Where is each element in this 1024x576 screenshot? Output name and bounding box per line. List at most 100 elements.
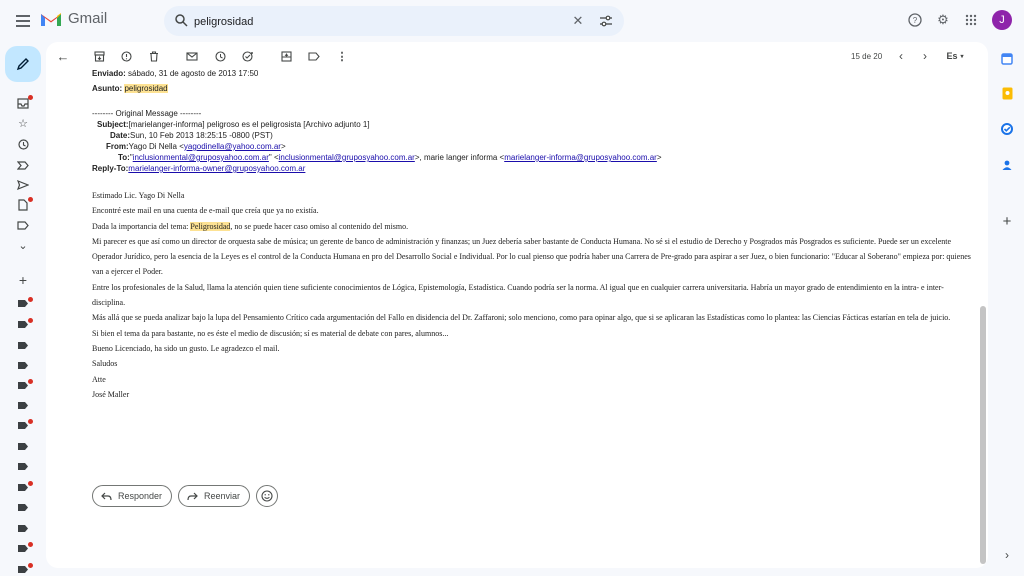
- pencil-icon: [16, 58, 29, 71]
- clear-search-icon[interactable]: ✕: [568, 11, 588, 31]
- label-outline-icon[interactable]: [16, 218, 30, 232]
- search-options-icon[interactable]: [596, 11, 616, 31]
- compose-button[interactable]: [5, 46, 41, 82]
- mark-unread-icon[interactable]: [185, 49, 199, 63]
- to-email-link[interactable]: inclusionmental@gruposyahoo.com.ar: [279, 153, 415, 162]
- sent-icon[interactable]: [16, 178, 30, 192]
- help-icon[interactable]: ?: [905, 10, 925, 30]
- settings-gear-icon[interactable]: ⚙: [933, 10, 953, 30]
- tasks-icon[interactable]: [1000, 122, 1014, 136]
- orig-replyto-label: Reply-To:: [92, 164, 129, 173]
- paragraph-text: Dada la importancia del tema:: [92, 221, 191, 231]
- reply-actions: Responder Reenviar: [92, 485, 279, 507]
- label-icon[interactable]: [18, 382, 28, 389]
- unread-dot: [28, 542, 33, 547]
- more-chevron-down-icon[interactable]: ⌄: [16, 238, 30, 252]
- label-icon[interactable]: [18, 443, 28, 450]
- label-icon[interactable]: [18, 362, 28, 369]
- report-spam-icon[interactable]: [119, 49, 133, 63]
- add-to-tasks-icon[interactable]: [241, 49, 255, 63]
- reply-button[interactable]: Responder: [92, 485, 173, 507]
- paragraph: Mi parecer es que así como un director d…: [92, 236, 971, 277]
- orig-date-label: Date:: [110, 131, 131, 140]
- starred-icon[interactable]: ☆: [16, 116, 30, 130]
- expand-panel-chevron-icon[interactable]: ›: [1000, 548, 1014, 562]
- scrollbar-thumb[interactable]: [980, 306, 986, 564]
- label-icon[interactable]: [18, 342, 28, 349]
- unread-dot: [28, 318, 33, 323]
- sent-label: Enviado:: [92, 69, 126, 78]
- orig-subject-row: Subject:[marielanger-informa] peligroso …: [92, 119, 972, 130]
- message-view: ← ⋮ 15 de 20 ‹ › Es ▾ Enviado: sábado, 3…: [46, 42, 988, 568]
- search-input[interactable]: [192, 12, 556, 32]
- label-icon[interactable]: [18, 402, 28, 409]
- label-icon[interactable]: [18, 566, 28, 573]
- label-icon[interactable]: [18, 463, 28, 470]
- search-bar: ✕: [164, 6, 624, 36]
- newer-chevron-left-icon[interactable]: ‹: [894, 49, 908, 63]
- label-icon[interactable]: [18, 525, 28, 532]
- label-icon[interactable]: [18, 545, 28, 552]
- emoji-reaction-button[interactable]: [256, 485, 279, 507]
- reply-label: Responder: [118, 491, 163, 501]
- back-arrow-icon[interactable]: ←: [56, 49, 70, 64]
- label-icon[interactable]: [18, 422, 28, 429]
- delete-trash-icon[interactable]: [147, 49, 161, 63]
- more-options-icon[interactable]: ⋮: [335, 49, 349, 63]
- gmail-logo[interactable]: Gmail: [40, 10, 107, 27]
- dropdown-caret-icon: ▾: [960, 53, 964, 60]
- orig-replyto-row: Reply-To:marielanger-informa-owner@grupo…: [92, 163, 972, 174]
- subject-row: Asunto: peligrosidad: [92, 83, 972, 94]
- input-language-selector[interactable]: Es ▾: [942, 49, 968, 63]
- label-icon[interactable]: [18, 321, 28, 328]
- label-icon[interactable]: [18, 504, 28, 511]
- unread-dot: [28, 481, 33, 486]
- get-addons-plus-icon[interactable]: +: [1000, 213, 1014, 230]
- important-icon[interactable]: [16, 158, 30, 172]
- archive-icon[interactable]: [92, 49, 106, 63]
- search-icon[interactable]: [174, 13, 188, 27]
- snooze-clock-icon[interactable]: [213, 49, 227, 63]
- apps-grid-icon[interactable]: [961, 10, 981, 30]
- orig-subject-value: [marielanger-informa] peligroso es el pe…: [128, 120, 370, 129]
- contacts-icon[interactable]: [1000, 158, 1014, 172]
- orig-to-row: To:"inclusionmental@gruposyahoo.com.ar" …: [92, 152, 972, 163]
- label-as-icon[interactable]: [307, 49, 321, 63]
- language-label: Es: [946, 51, 958, 61]
- unread-dot: [28, 419, 33, 424]
- from-email-link[interactable]: yagodinella@yahoo.com.ar: [184, 142, 281, 151]
- main-menu-icon[interactable]: [12, 10, 34, 32]
- forward-arrow-icon: [187, 492, 198, 500]
- angle-close: >: [656, 153, 662, 162]
- account-avatar[interactable]: J: [992, 10, 1012, 30]
- unread-dot: [28, 297, 33, 302]
- calendar-icon[interactable]: [1000, 52, 1014, 66]
- paragraph: Saludos: [92, 359, 118, 369]
- pagination-count: 15 de 20: [851, 52, 883, 61]
- to-separator-text: >, marie langer informa <: [414, 153, 505, 162]
- subject-value: peligrosidad: [124, 84, 168, 93]
- forward-label: Reenviar: [204, 491, 241, 501]
- to-email-link[interactable]: inclusionmental@gruposyahoo.com.ar: [133, 153, 269, 162]
- keep-icon[interactable]: [1000, 86, 1014, 100]
- older-chevron-right-icon[interactable]: ›: [918, 49, 932, 63]
- move-to-icon[interactable]: [279, 49, 293, 63]
- create-label-plus-icon[interactable]: +: [16, 272, 30, 288]
- paragraph: Más allá que se pueda analizar bajo la l…: [92, 313, 951, 323]
- reply-arrow-icon: [101, 492, 112, 500]
- message-text: Estimado Lic. Yago Di Nella Encontré est…: [92, 188, 972, 402]
- snoozed-icon[interactable]: [16, 137, 30, 151]
- gmail-m-icon: [41, 12, 61, 26]
- to-email-link[interactable]: marielanger-informa@gruposyahoo.com.ar: [504, 153, 657, 162]
- label-icon[interactable]: [18, 300, 28, 307]
- signature: José Maller: [92, 389, 130, 399]
- unread-dot: [28, 379, 33, 384]
- orig-date-row: Date:Sun, 10 Feb 2013 18:25:15 -0800 (PS…: [92, 130, 972, 141]
- paragraph: Dada la importancia del tema: Peligrosid…: [92, 219, 972, 234]
- label-icon[interactable]: [18, 484, 28, 491]
- orig-subject-label: Subject:: [97, 120, 129, 129]
- search-highlight: Peligrosidad: [190, 221, 231, 231]
- forward-button[interactable]: Reenviar: [178, 485, 251, 507]
- reply-to-email-link[interactable]: marielanger-informa-owner@gruposyahoo.co…: [128, 164, 305, 173]
- subject-label: Asunto:: [92, 84, 123, 93]
